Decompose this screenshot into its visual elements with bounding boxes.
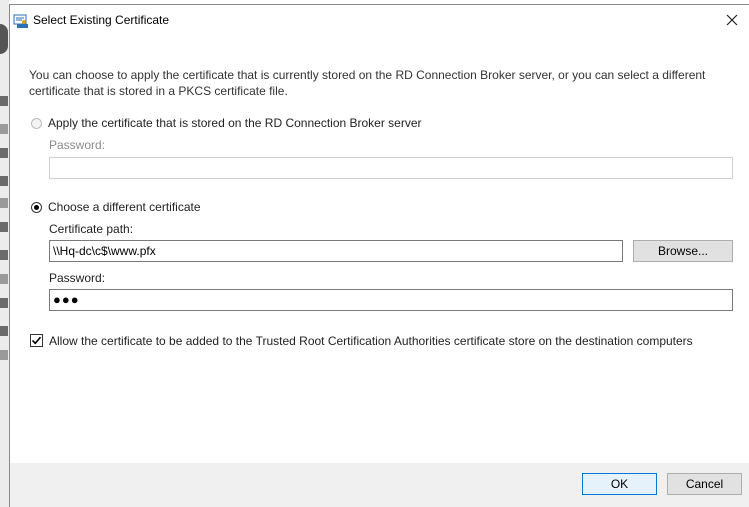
toolbar-icon (0, 250, 8, 260)
toolbar-icon (0, 326, 8, 336)
apply-stored-certificate-label: Apply the certificate that is stored on … (48, 116, 422, 130)
dialog-title: Select Existing Certificate (33, 13, 170, 27)
certificate-password-input[interactable]: ●●● (49, 289, 733, 311)
choose-different-certificate-radio[interactable] (31, 202, 42, 213)
checkmark-icon (31, 336, 42, 345)
toolbar-icon (0, 124, 8, 134)
ok-button[interactable]: OK (582, 473, 657, 495)
toolbar-icon (0, 274, 8, 284)
radio-selected-dot (34, 205, 39, 210)
description-text: You can choose to apply the certificate … (29, 68, 706, 98)
background-window-edge (0, 0, 9, 507)
certificate-path-input[interactable]: \\Hq-dc\c$\www.pfx (49, 240, 623, 262)
select-existing-certificate-dialog: Select Existing Certificate You can choo… (9, 4, 749, 507)
toolbar-icon (0, 350, 8, 360)
screen: Select Existing Certificate You can choo… (0, 0, 749, 507)
certificate-path-label: Certificate path: (49, 222, 134, 236)
apply-stored-certificate-radio[interactable] (31, 118, 42, 129)
toolbar-icon (0, 176, 8, 186)
close-icon (726, 14, 738, 26)
toolbar-icon (0, 222, 8, 232)
stored-password-field[interactable] (49, 157, 733, 179)
browse-button[interactable]: Browse... (633, 240, 733, 262)
certificate-password-label: Password: (49, 271, 106, 285)
trust-certificate-label: Allow the certificate to be added to the… (49, 334, 693, 348)
dialog-footer: OK Cancel (10, 463, 749, 507)
stored-password-label: Password: (49, 138, 106, 152)
trust-certificate-checkbox[interactable] (30, 334, 43, 347)
back-arrow-icon (0, 24, 8, 54)
toolbar-icon (0, 96, 8, 106)
certificate-icon (13, 13, 29, 29)
close-button[interactable] (715, 5, 749, 35)
cancel-button[interactable]: Cancel (667, 473, 742, 495)
choose-different-certificate-label: Choose a different certificate (48, 200, 201, 214)
toolbar-icon (0, 148, 8, 158)
title-bar[interactable]: Select Existing Certificate (10, 5, 749, 35)
toolbar-icon (0, 298, 8, 308)
toolbar-icon (0, 198, 8, 208)
